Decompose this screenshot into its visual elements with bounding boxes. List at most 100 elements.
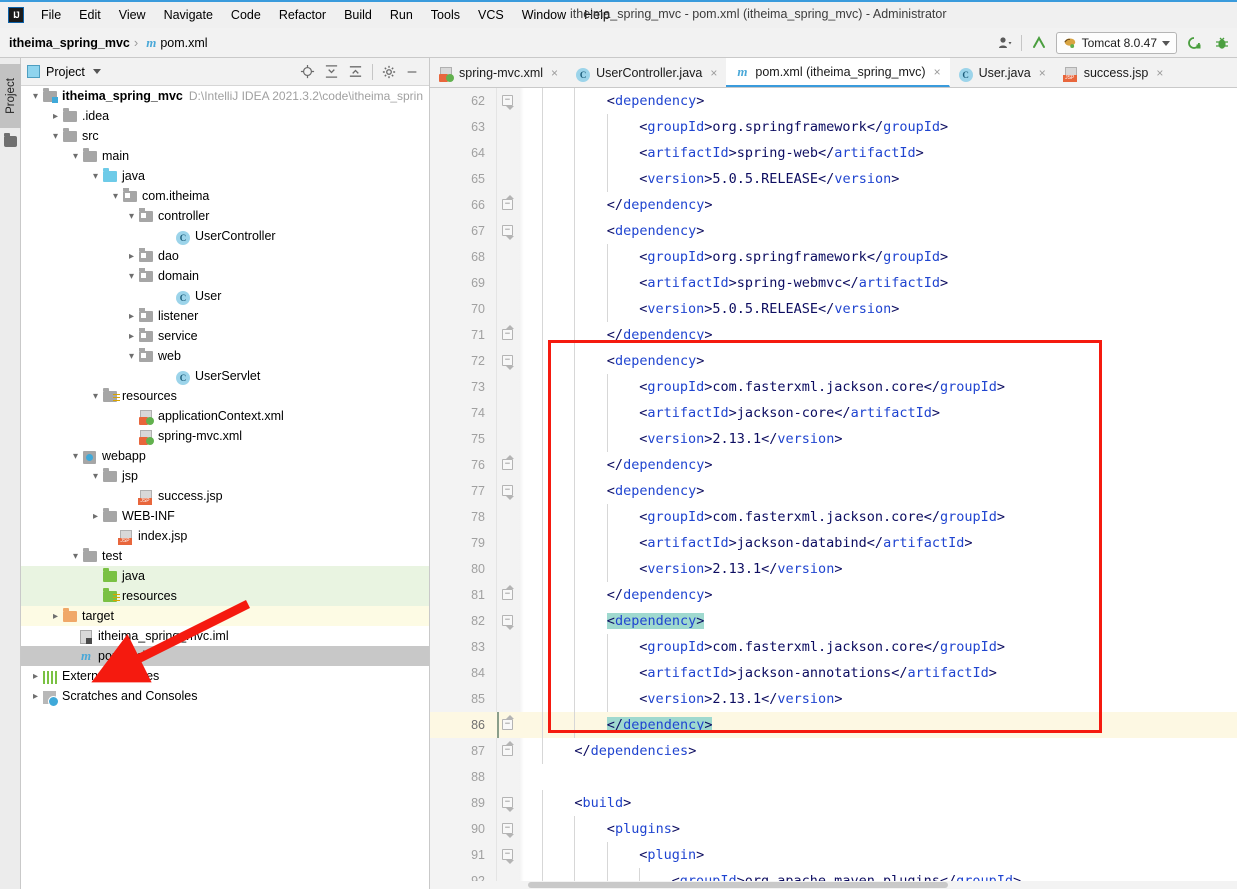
run-configuration-selector[interactable]: Tomcat 8.0.47	[1055, 32, 1177, 54]
editor-lines[interactable]: 62 − <dependency> 63 <groupId>org.springfram…	[430, 88, 1237, 889]
menu-item-refactor[interactable]: Refactor	[270, 5, 335, 25]
code-line[interactable]: 69 <artifactId>spring-webmvc</artifactId>	[430, 270, 1237, 296]
menu-item-navigate[interactable]: Navigate	[155, 5, 222, 25]
editor-tab-user-java[interactable]: C User.java ×	[950, 58, 1055, 87]
chevron-down-icon[interactable]	[1162, 40, 1170, 46]
tree-row-resources[interactable]: ▾ resources	[21, 386, 429, 406]
chevron-down-icon[interactable]: ▾	[89, 471, 102, 482]
code-line[interactable]: 87 − </dependencies>	[430, 738, 1237, 764]
code-line[interactable]: 90 − <plugins>	[430, 816, 1237, 842]
breadcrumb-file[interactable]: pom.xml	[156, 36, 207, 50]
tree-row-controller[interactable]: ▾ controller	[21, 206, 429, 226]
code-line[interactable]: 78 <groupId>com.fasterxml.jackson.core</g…	[430, 504, 1237, 530]
tree-row-idea[interactable]: ▸ .idea	[21, 106, 429, 126]
collapse-all-icon[interactable]	[348, 64, 363, 79]
code-line[interactable]: 82 − <dependency>	[430, 608, 1237, 634]
chevron-right-icon[interactable]: ▸	[125, 331, 138, 342]
tool-window-button-project[interactable]: Project	[0, 64, 21, 128]
tree-row-usercontroller[interactable]: ▸ C UserController	[21, 226, 429, 246]
debug-icon[interactable]	[1211, 32, 1233, 54]
tree-row-iml-file[interactable]: ▸ itheima_spring_mvc.iml	[21, 626, 429, 646]
tree-row-main-java[interactable]: ▾ java	[21, 166, 429, 186]
tree-row-userservlet[interactable]: ▸ C UserServlet	[21, 366, 429, 386]
menu-item-edit[interactable]: Edit	[70, 5, 110, 25]
chevron-right-icon[interactable]: ▸	[89, 511, 102, 522]
code-line[interactable]: 84 <artifactId>jackson-annotations</artif…	[430, 660, 1237, 686]
chevron-right-icon[interactable]: ▸	[49, 611, 62, 622]
locate-target-icon[interactable]	[300, 64, 315, 79]
fold-collapse-icon[interactable]: −	[502, 615, 514, 630]
fold-end-icon[interactable]: −	[502, 325, 514, 340]
tree-row-jsp-folder[interactable]: ▾ jsp	[21, 466, 429, 486]
settings-gear-icon[interactable]	[382, 65, 396, 79]
chevron-down-icon[interactable]: ▾	[69, 551, 82, 562]
fold-collapse-icon[interactable]: −	[502, 95, 514, 110]
chevron-down-icon[interactable]	[92, 69, 101, 74]
tree-row-success-jsp[interactable]: ▸ success.jsp	[21, 486, 429, 506]
code-line[interactable]: 76 − </dependency>	[430, 452, 1237, 478]
code-line[interactable]: 72 − <dependency>	[430, 348, 1237, 374]
fold-collapse-icon[interactable]: −	[502, 797, 514, 812]
tree-row-test[interactable]: ▾ test	[21, 546, 429, 566]
chevron-right-icon[interactable]: ▸	[125, 251, 138, 262]
code-editor[interactable]: 62 − <dependency> 63 <groupId>org.springfram…	[430, 88, 1237, 889]
code-line[interactable]: 77 − <dependency>	[430, 478, 1237, 504]
tree-row-user-class[interactable]: ▸ C User	[21, 286, 429, 306]
code-line[interactable]: 64 <artifactId>spring-web</artifactId>	[430, 140, 1237, 166]
code-line[interactable]: 74 <artifactId>jackson-core</artifactId>	[430, 400, 1237, 426]
chevron-down-icon[interactable]: ▾	[49, 131, 62, 142]
code-line[interactable]: 62 − <dependency>	[430, 88, 1237, 114]
chevron-down-icon[interactable]: ▾	[29, 91, 42, 102]
rerun-icon[interactable]	[1183, 32, 1205, 54]
code-line[interactable]: 80 <version>2.13.1</version>	[430, 556, 1237, 582]
code-line[interactable]: 81 − </dependency>	[430, 582, 1237, 608]
fold-collapse-icon[interactable]: −	[502, 225, 514, 240]
fold-collapse-icon[interactable]: −	[502, 823, 514, 838]
code-line[interactable]: 71 − </dependency>	[430, 322, 1237, 348]
fold-end-icon[interactable]: −	[502, 715, 514, 730]
tree-row-target[interactable]: ▸ target	[21, 606, 429, 626]
fold-collapse-icon[interactable]: −	[502, 849, 514, 864]
editor-tab-success-jsp[interactable]: success.jsp ×	[1055, 58, 1173, 87]
chevron-down-icon[interactable]: ▾	[69, 451, 82, 462]
code-line[interactable]: 83 <groupId>com.fasterxml.jackson.core</g…	[430, 634, 1237, 660]
tree-row-spring-mvc-xml[interactable]: ▸ spring-mvc.xml	[21, 426, 429, 446]
user-dropdown-icon[interactable]	[995, 32, 1015, 54]
tree-row-webapp[interactable]: ▾ webapp	[21, 446, 429, 466]
tree-row-test-resources[interactable]: ▸ resources	[21, 586, 429, 606]
scrollbar-thumb[interactable]	[528, 882, 948, 888]
update-project-icon[interactable]	[1028, 32, 1050, 54]
menu-item-vcs[interactable]: VCS	[469, 5, 513, 25]
fold-end-icon[interactable]: −	[502, 195, 514, 210]
chevron-down-icon[interactable]: ▾	[69, 151, 82, 162]
tree-row-external-libraries[interactable]: ▸ External Libraries	[21, 666, 429, 686]
code-line[interactable]: 68 <groupId>org.springframework</groupId>	[430, 244, 1237, 270]
tree-row-domain[interactable]: ▾ domain	[21, 266, 429, 286]
hide-minimize-icon[interactable]	[405, 65, 419, 79]
code-line[interactable]: 85 <version>2.13.1</version>	[430, 686, 1237, 712]
tree-row-itheima-spring-mvc[interactable]: ▾ itheima_spring_mvc D:\IntelliJ IDEA 20…	[21, 86, 429, 106]
tree-row-test-java[interactable]: ▸ java	[21, 566, 429, 586]
tree-row-applicationcontext-xml[interactable]: ▸ applicationContext.xml	[21, 406, 429, 426]
tree-row-dao[interactable]: ▸ dao	[21, 246, 429, 266]
code-line[interactable]: 65 <version>5.0.5.RELEASE</version>	[430, 166, 1237, 192]
tree-row-com-itheima[interactable]: ▾ com.itheima	[21, 186, 429, 206]
close-icon[interactable]: ×	[934, 65, 941, 79]
editor-tab-spring-mvc-xml[interactable]: spring-mvc.xml ×	[430, 58, 567, 87]
code-line[interactable]: 88	[430, 764, 1237, 790]
tree-row-index-jsp[interactable]: ▸ index.jsp	[21, 526, 429, 546]
tree-row-web-inf[interactable]: ▸ WEB-INF	[21, 506, 429, 526]
chevron-right-icon[interactable]: ▸	[29, 671, 42, 682]
code-line[interactable]: 91 − <plugin>	[430, 842, 1237, 868]
tree-row-pom-xml[interactable]: ▸ m pom.xml	[21, 646, 429, 666]
chevron-right-icon[interactable]: ▸	[29, 691, 42, 702]
expand-all-icon[interactable]	[324, 64, 339, 79]
chevron-down-icon[interactable]: ▾	[89, 171, 102, 182]
chevron-down-icon[interactable]: ▾	[125, 271, 138, 282]
tree-row-scratches-and-consoles[interactable]: ▸ Scratches and Consoles	[21, 686, 429, 707]
chevron-down-icon[interactable]: ▾	[125, 351, 138, 362]
menu-item-file[interactable]: File	[32, 5, 70, 25]
menu-item-build[interactable]: Build	[335, 5, 381, 25]
code-line[interactable]: 89 − <build>	[430, 790, 1237, 816]
code-line[interactable]: 67 − <dependency>	[430, 218, 1237, 244]
